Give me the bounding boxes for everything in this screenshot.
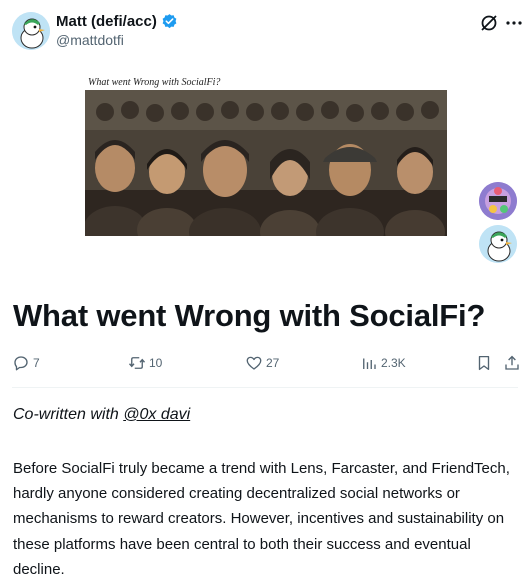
author-name[interactable]: Matt (defi/acc) <box>56 13 157 30</box>
reply-count: 7 <box>33 356 40 370</box>
crowd-illustration-icon <box>85 90 447 236</box>
article-cover[interactable]: What went Wrong with SocialFi? <box>85 73 447 236</box>
divider <box>12 387 518 388</box>
reply-icon <box>14 356 28 371</box>
coauthor-prefix: Co-written with <box>13 406 124 423</box>
post-header: Matt (defi/acc) @mattdotfi <box>0 0 530 60</box>
views-icon <box>363 358 376 369</box>
author-avatar[interactable] <box>12 12 50 50</box>
coauthor-link[interactable]: @0x davi <box>123 406 190 423</box>
heart-icon <box>246 356 262 370</box>
article-title: What went Wrong with SocialFi? <box>13 298 486 333</box>
floating-avatar-colorful[interactable] <box>479 182 517 220</box>
more-icon[interactable] <box>504 13 524 33</box>
repost-count: 10 <box>149 356 163 370</box>
views-button[interactable]: 2.3K <box>360 354 406 372</box>
share-icon <box>505 355 519 370</box>
grok-icon[interactable] <box>479 13 499 33</box>
floating-avatar-bird[interactable] <box>479 225 517 263</box>
cover-caption: What went Wrong with SocialFi? <box>88 77 221 88</box>
bookmark-icon <box>478 355 490 371</box>
repost-button[interactable]: 10 <box>128 354 162 372</box>
like-button[interactable]: 27 <box>245 354 279 372</box>
views-count: 2.3K <box>381 356 406 370</box>
like-count: 27 <box>266 356 280 370</box>
verified-badge-icon <box>162 14 177 29</box>
reply-button[interactable]: 7 <box>12 354 40 372</box>
share-button[interactable] <box>503 354 521 372</box>
bird-avatar-icon <box>12 12 50 50</box>
coauthor-line: Co-written with @0x davi <box>13 406 190 424</box>
author-handle[interactable]: @mattdotfi <box>56 32 124 48</box>
pixel-avatar-icon <box>479 182 517 220</box>
repost-icon <box>128 357 146 369</box>
bookmark-button[interactable] <box>475 354 493 372</box>
engagement-bar: 7 10 27 2.3K <box>0 354 530 376</box>
bird-avatar-icon <box>479 225 517 263</box>
article-body: Before SocialFi truly became a trend wit… <box>13 460 510 578</box>
